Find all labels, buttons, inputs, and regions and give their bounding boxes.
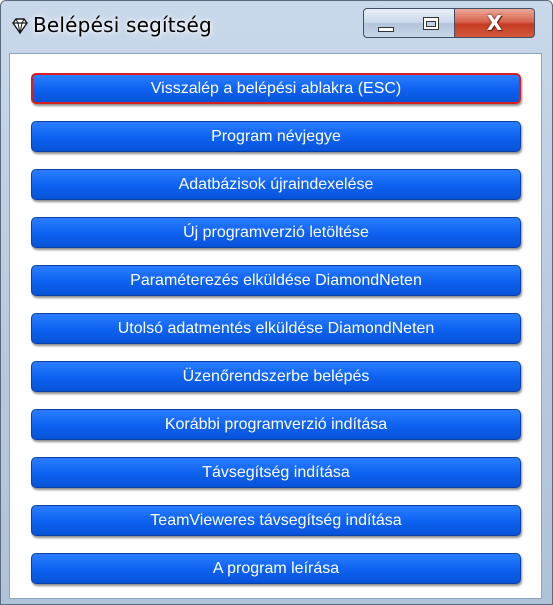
reindex-databases-button[interactable]: Adatbázisok újraindexelése: [31, 169, 521, 200]
button-label: Adatbázisok újraindexelése: [178, 175, 374, 193]
maximize-icon: [423, 16, 439, 30]
start-teamviewer-help-button[interactable]: TeamVieweres távsegítség indítása: [31, 505, 521, 536]
window-title: Belépési segítség: [33, 13, 212, 37]
title-bar[interactable]: Belépési segítség X: [1, 1, 552, 53]
start-remote-help-button[interactable]: Távsegítség indítása: [31, 457, 521, 488]
minimize-icon: [378, 26, 394, 32]
close-icon: X: [486, 11, 503, 35]
button-label: TeamVieweres távsegítség indítása: [150, 511, 402, 529]
button-label: Paraméterezés elküldése DiamondNeten: [130, 271, 422, 289]
back-to-login-button[interactable]: Visszalép a belépési ablakra (ESC): [31, 73, 521, 104]
download-new-version-button[interactable]: Új programverzió letöltése: [31, 217, 521, 248]
button-label: Utolsó adatmentés elküldése DiamondNeten: [117, 319, 435, 337]
button-label: Új programverzió letöltése: [183, 223, 369, 241]
button-label: Program névjegye: [211, 127, 341, 145]
button-label: Korábbi programverzió indítása: [164, 415, 388, 433]
send-last-backup-button[interactable]: Utolsó adatmentés elküldése DiamondNeten: [31, 313, 521, 344]
button-label: Visszalép a belépési ablakra (ESC): [150, 79, 402, 97]
button-label: A program leírása: [212, 559, 340, 577]
button-label: Távsegítség indítása: [202, 463, 350, 481]
send-parameters-button[interactable]: Paraméterezés elküldése DiamondNeten: [31, 265, 521, 296]
diamond-icon: [11, 17, 29, 35]
minimize-button[interactable]: [363, 8, 409, 38]
about-program-button[interactable]: Program névjegye: [31, 121, 521, 152]
maximize-button[interactable]: [408, 8, 455, 38]
message-system-login-button[interactable]: Üzenőrendszerbe belépés: [31, 361, 521, 392]
start-previous-version-button[interactable]: Korábbi programverzió indítása: [31, 409, 521, 440]
help-dialog-window: Belépési segítség X Visszalép a belépési…: [0, 0, 553, 605]
button-label: Üzenőrendszerbe belépés: [182, 367, 370, 385]
close-button[interactable]: X: [455, 8, 535, 38]
dialog-content: Visszalép a belépési ablakra (ESC) Progr…: [9, 53, 542, 599]
program-description-button[interactable]: A program leírása: [31, 553, 521, 584]
